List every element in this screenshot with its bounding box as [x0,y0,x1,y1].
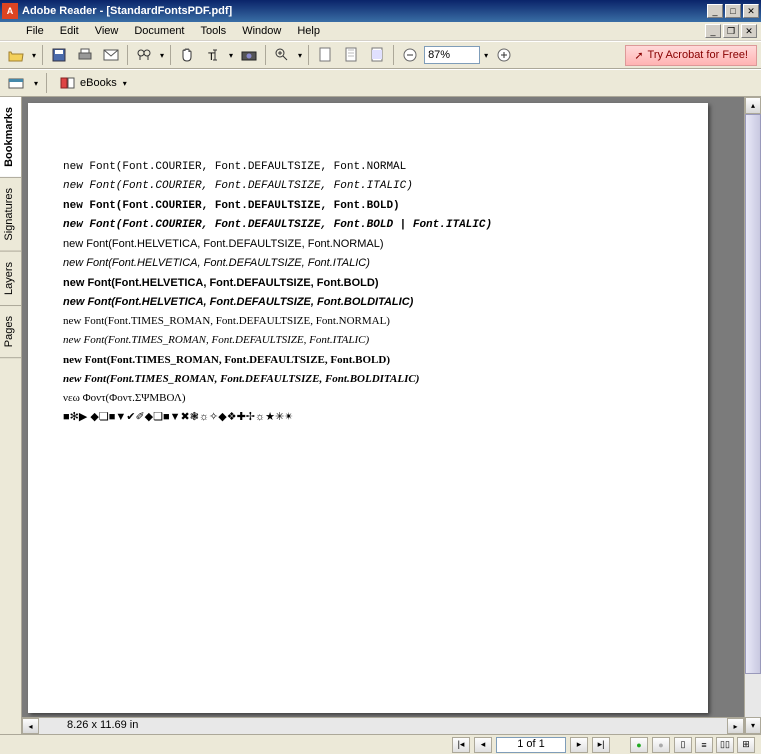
next-page-button[interactable]: ▸ [570,737,588,753]
tab-signatures[interactable]: Signatures [0,178,21,252]
print-button[interactable] [73,44,97,66]
save-button[interactable] [47,44,71,66]
back-button[interactable]: ● [630,737,648,753]
window-title: Adobe Reader - [StandardFontsPDF.pdf] [22,5,707,17]
menu-tools[interactable]: Tools [193,23,235,39]
search-dropdown[interactable]: ▾ [158,51,166,60]
document-line: new Font(Font.HELVETICA, Font.DEFAULTSIZ… [63,293,673,312]
scroll-left-button[interactable]: ◂ [22,718,39,734]
ebooks-label: eBooks [80,77,117,89]
document-line: ■✻▶ ◆❏■▼✔✐◆❏■▼✖❃☼✧◆❖✚✢☼★✳✴ [63,408,673,427]
facing-view-button[interactable]: ▯▯ [716,737,734,753]
document-line: new Font(Font.COURIER, Font.DEFAULTSIZE,… [63,177,673,196]
ebooks-dropdown[interactable]: ▾ [121,79,129,88]
ebooks-button[interactable]: eBooks ▾ [53,73,136,93]
document-line: new Font(Font.COURIER, Font.DEFAULTSIZE,… [63,216,673,235]
single-page-view-button[interactable]: ▯ [674,737,692,753]
zoom-in-icon[interactable] [492,44,516,66]
close-button[interactable]: ✕ [743,4,759,18]
document-line: new Font(Font.TIMES_ROMAN, Font.DEFAULTS… [63,312,673,331]
hand-tool-button[interactable] [175,44,199,66]
document-line: new Font(Font.TIMES_ROMAN, Font.DEFAULTS… [63,331,673,350]
howto-button[interactable] [4,72,28,94]
zoom-value: 87% [428,49,450,61]
document-line: new Font(Font.COURIER, Font.DEFAULTSIZE,… [63,197,673,216]
zoom-input[interactable]: 87% [424,46,480,64]
document-line: new Font(Font.TIMES_ROMAN, Font.DEFAULTS… [63,370,673,389]
menu-document[interactable]: Document [126,23,192,39]
zoom-out-icon[interactable] [398,44,422,66]
email-button[interactable] [99,44,123,66]
menu-view[interactable]: View [87,23,127,39]
mdi-close-button[interactable]: ✕ [741,24,757,38]
menu-edit[interactable]: Edit [52,23,87,39]
side-tabs: Bookmarks Signatures Layers Pages [0,97,22,734]
zoom-in-button[interactable] [270,44,294,66]
horizontal-scrollbar[interactable]: 8.26 x 11.69 in [39,718,727,734]
select-dropdown[interactable]: ▾ [227,51,235,60]
snapshot-button[interactable] [237,44,261,66]
ebooks-icon [60,76,76,90]
howto-dropdown[interactable]: ▾ [32,79,40,88]
forward-button[interactable]: ● [652,737,670,753]
tab-bookmarks[interactable]: Bookmarks [0,97,21,178]
first-page-button[interactable]: |◂ [452,737,470,753]
scroll-up-button[interactable]: ▴ [745,97,761,114]
search-button[interactable] [132,44,156,66]
tab-pages[interactable]: Pages [0,306,21,358]
fit-width-button[interactable] [365,44,389,66]
page-dimensions: 8.26 x 11.69 in [63,718,142,732]
main-toolbar: ▾ ▾ T ▾ ▾ 87% ▾ ➚ Try Acrobat for Free! [0,41,761,69]
maximize-button[interactable]: □ [725,4,741,18]
page-number: 1 of 1 [517,738,545,750]
menubar: File Edit View Document Tools Window Hel… [0,22,761,41]
vertical-scrollbar[interactable]: ▴ ▾ [744,97,761,734]
try-acrobat-button[interactable]: ➚ Try Acrobat for Free! [625,45,757,66]
document-line: new Font(Font.HELVETICA, Font.DEFAULTSIZ… [63,235,673,254]
secondary-toolbar: ▾ eBooks ▾ [0,69,761,97]
continuous-facing-view-button[interactable]: ⊞ [737,737,755,753]
text-select-button[interactable]: T [201,44,225,66]
menu-file[interactable]: File [18,23,52,39]
statusbar: |◂ ◂ 1 of 1 ▸ ▸| ● ● ▯ ≡ ▯▯ ⊞ [0,734,761,754]
app-icon: A [2,3,18,19]
acrobat-icon: ➚ [634,49,643,62]
mdi-minimize-button[interactable]: _ [705,24,721,38]
document-line: new Font(Font.COURIER, Font.DEFAULTSIZE,… [63,158,673,177]
scroll-thumb[interactable] [745,114,761,674]
menu-help[interactable]: Help [289,23,328,39]
continuous-view-button[interactable]: ≡ [695,737,713,753]
document-line: new Font(Font.HELVETICA, Font.DEFAULTSIZ… [63,254,673,273]
minimize-button[interactable]: _ [707,4,723,18]
svg-text:T: T [208,51,215,63]
actual-size-button[interactable] [313,44,337,66]
open-dropdown[interactable]: ▾ [30,51,38,60]
fit-page-button[interactable] [339,44,363,66]
open-button[interactable] [4,44,28,66]
page-number-input[interactable]: 1 of 1 [496,737,566,753]
prev-page-button[interactable]: ◂ [474,737,492,753]
last-page-button[interactable]: ▸| [592,737,610,753]
scroll-right-button[interactable]: ▸ [727,718,744,734]
document-area: new Font(Font.COURIER, Font.DEFAULTSIZE,… [22,97,761,734]
scroll-down-button[interactable]: ▾ [745,717,761,734]
menu-window[interactable]: Window [234,23,289,39]
tab-layers[interactable]: Layers [0,252,21,306]
document-page[interactable]: new Font(Font.COURIER, Font.DEFAULTSIZE,… [28,103,708,713]
document-line: νεω Φοντ(Φοντ.ΣΨΜΒΟΛ) [63,389,673,408]
zoom-input-dropdown[interactable]: ▾ [482,51,490,60]
zoom-dropdown[interactable]: ▾ [296,51,304,60]
titlebar[interactable]: A Adobe Reader - [StandardFontsPDF.pdf] … [0,0,761,22]
mdi-restore-button[interactable]: ❐ [723,24,739,38]
acrobat-label: Try Acrobat for Free! [648,49,748,61]
document-line: new Font(Font.TIMES_ROMAN, Font.DEFAULTS… [63,351,673,370]
document-line: new Font(Font.HELVETICA, Font.DEFAULTSIZ… [63,274,673,293]
